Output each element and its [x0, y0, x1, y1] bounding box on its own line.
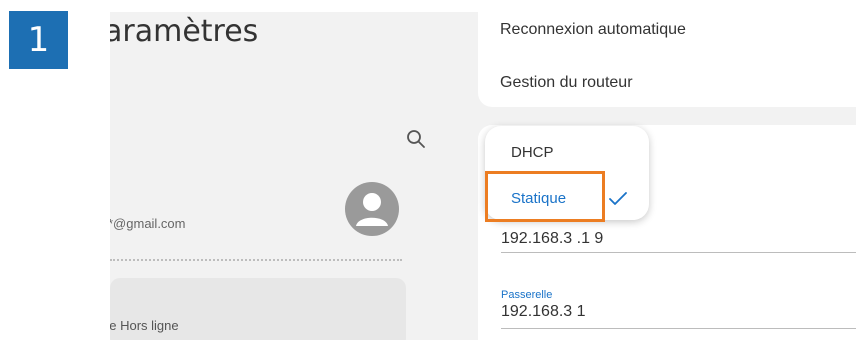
avatar-icon[interactable] [345, 182, 399, 236]
divider [110, 259, 402, 261]
router-settings-card: Reconnexion automatique Gestion du route… [478, 12, 856, 107]
gateway-underline [501, 328, 856, 329]
offline-mode-label: de Hors ligne [110, 318, 179, 333]
network-settings-panel: Reconnexion automatique Gestion du route… [478, 12, 856, 340]
account-email: *@gmail.com [110, 216, 186, 231]
account-panel: aramètres *@gmail.com de Hors ligne [110, 12, 462, 340]
page-title: aramètres [110, 14, 259, 49]
ip-address-field[interactable]: 192.168.3 .1 9 [501, 230, 603, 248]
auto-reconnect-item[interactable]: Reconnexion automatique [500, 21, 686, 39]
checkmark-icon [609, 192, 627, 205]
dhcp-option[interactable]: DHCP [511, 144, 554, 161]
step-number-badge: 1 [9, 11, 68, 69]
gateway-field[interactable]: 192.168.3 1 [501, 303, 586, 321]
ip-address-underline [501, 252, 856, 253]
router-management-item[interactable]: Gestion du routeur [500, 74, 633, 92]
gateway-label: Passerelle [501, 289, 553, 301]
settings-screen: aramètres *@gmail.com de Hors ligne Reco… [110, 12, 856, 340]
ip-mode-dropdown: DHCP Statique [485, 126, 649, 220]
search-icon[interactable] [405, 128, 427, 150]
static-option[interactable]: Statique [511, 190, 566, 207]
